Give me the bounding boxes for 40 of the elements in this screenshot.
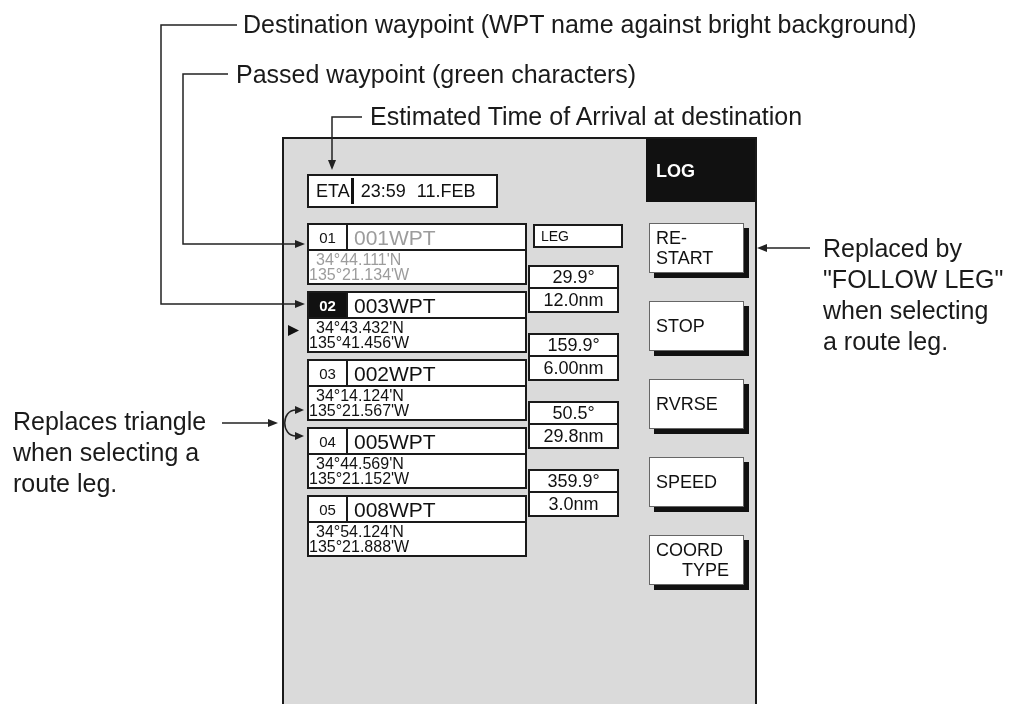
latitude-text: 34°44.569'N bbox=[316, 456, 404, 471]
distance-text: 29.8nm bbox=[543, 427, 604, 445]
waypoint-entry[interactable]: 02 003WPT 34°43.432'N 135°41.456'W bbox=[307, 291, 527, 353]
waypoint-entry[interactable]: 04 005WPT 34°44.569'N 135°21.152'W bbox=[307, 427, 527, 489]
bearing-text: 29.9° bbox=[552, 268, 595, 286]
bearing-text: 50.5° bbox=[552, 404, 595, 422]
latitude-text: 34°14.124'N bbox=[316, 388, 404, 403]
waypoint-entry[interactable]: 01 001WPT 34°44.111'N 135°21.134'W bbox=[307, 223, 527, 285]
callout-text: Passed waypoint (green characters) bbox=[236, 59, 637, 90]
distance-text: 3.0nm bbox=[548, 495, 599, 513]
leader-arrow bbox=[221, 419, 278, 427]
callout-text: Estimated Time of Arrival at destination bbox=[370, 101, 803, 132]
longitude-text: 135°21.134'W bbox=[309, 267, 410, 282]
waypoint-entry[interactable]: 03 002WPT 34°14.124'N 135°21.567'W bbox=[307, 359, 527, 421]
menu-title: LOG bbox=[646, 139, 755, 202]
eta-date: 11.FEB bbox=[416, 182, 476, 200]
longitude-text: 135°41.456'W bbox=[309, 335, 410, 350]
waypoint-name: 005WPT bbox=[353, 430, 436, 452]
waypoint-name: 008WPT bbox=[353, 498, 436, 520]
longitude-text: 135°21.888'W bbox=[309, 539, 410, 554]
distance-text: 6.00nm bbox=[543, 359, 604, 377]
callout-text: Replaces triangle when selecting a route leg. bbox=[13, 406, 207, 499]
waypoint-name: 002WPT bbox=[353, 362, 436, 384]
callout-text: Destination waypoint (WPT name against bright background) bbox=[243, 9, 917, 40]
callout-text: Replaced by "FOLLOW LEG" when selecting a route leg. bbox=[823, 233, 1004, 357]
waypoint-entry[interactable]: 05 008WPT 34°54.124'N 135°21.888'W bbox=[307, 495, 527, 557]
bearing-text: 159.9° bbox=[547, 336, 600, 354]
eta-time: 23:59 bbox=[360, 182, 406, 200]
eta-label: ETA bbox=[316, 182, 350, 200]
waypoint-name: 001WPT bbox=[353, 226, 436, 248]
latitude-text: 34°44.111'N bbox=[316, 252, 402, 267]
latitude-text: 34°54.124'N bbox=[316, 524, 404, 539]
bearing-text: 359.9° bbox=[547, 472, 600, 490]
longitude-text: 135°21.152'W bbox=[309, 471, 410, 486]
waypoint-number: 02 bbox=[309, 293, 348, 317]
longitude-text: 135°21.567'W bbox=[309, 403, 410, 418]
latitude-text: 34°43.432'N bbox=[316, 320, 404, 335]
leg-header: LEG bbox=[533, 224, 623, 248]
distance-text: 12.0nm bbox=[543, 291, 604, 309]
waypoint-name: 003WPT bbox=[353, 294, 436, 316]
